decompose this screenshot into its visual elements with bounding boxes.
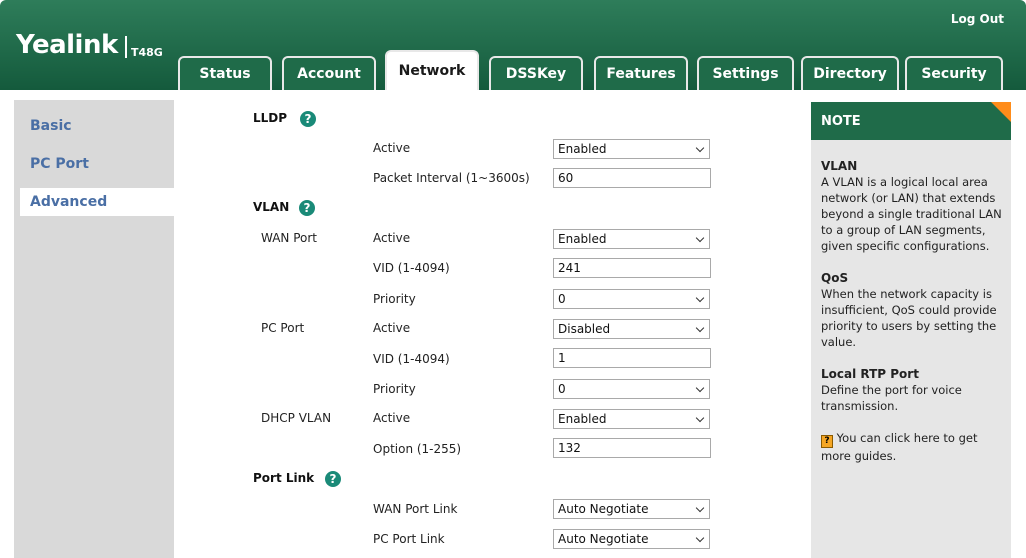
- chevron-down-icon: [695, 383, 705, 393]
- wan-vid-label: VID (1-4094): [373, 261, 450, 275]
- note-panel: NOTE VLAN A VLAN is a logical local area…: [811, 102, 1011, 558]
- wan-priority-select[interactable]: 0: [553, 289, 710, 309]
- tab-dsskey[interactable]: DSSKey: [489, 56, 583, 90]
- pc-port-group-label: PC Port: [261, 321, 305, 335]
- lldp-interval-label: Packet Interval (1~3600s): [373, 171, 530, 185]
- note-guide-link[interactable]: ? You can click here to get more guides.: [821, 430, 1003, 464]
- pc-port-link-select[interactable]: Auto Negotiate: [553, 529, 710, 549]
- dhcp-active-value: Enabled: [558, 412, 607, 426]
- note-qos-text: When the network capacity is insufficien…: [821, 287, 997, 349]
- wan-priority-value: 0: [558, 292, 566, 306]
- wan-active-label: Active: [373, 231, 411, 245]
- note-rtp-heading: Local RTP Port: [821, 367, 919, 381]
- port-link-help-icon[interactable]: ?: [325, 471, 341, 487]
- note-title: NOTE: [811, 102, 1011, 140]
- note-qos-heading: QoS: [821, 271, 849, 285]
- dhcp-option-input[interactable]: 132: [553, 438, 711, 458]
- pc-priority-select[interactable]: 0: [553, 379, 710, 399]
- pc-active-value: Disabled: [558, 322, 611, 336]
- header-bar: Yealink T48G Log Out Status Account Netw…: [0, 0, 1026, 90]
- pc-vid-label: VID (1-4094): [373, 352, 450, 366]
- lldp-interval-input[interactable]: 60: [553, 168, 711, 188]
- logout-link[interactable]: Log Out: [951, 12, 1004, 26]
- yealink-logo: Yealink: [16, 30, 118, 60]
- chevron-down-icon: [695, 233, 705, 243]
- sidebar-item-basic[interactable]: Basic: [30, 112, 72, 140]
- left-sidebar: Basic PC Port Advanced: [14, 100, 188, 558]
- wan-port-group-label: WAN Port: [261, 231, 317, 245]
- wan-port-link-value: Auto Negotiate: [558, 502, 649, 516]
- chevron-down-icon: [695, 533, 705, 543]
- wan-priority-label: Priority: [373, 292, 416, 306]
- lldp-section-title: LLDP: [253, 111, 288, 125]
- tab-directory[interactable]: Directory: [801, 56, 899, 90]
- dhcp-active-select[interactable]: Enabled: [553, 409, 710, 429]
- note-rtp-text: Define the port for voice transmission.: [821, 383, 962, 413]
- port-link-section-title: Port Link: [253, 471, 315, 485]
- tab-network[interactable]: Network: [385, 50, 479, 90]
- lldp-active-select[interactable]: Enabled: [553, 139, 710, 159]
- guide-help-icon[interactable]: ?: [821, 435, 833, 448]
- dhcp-active-label: Active: [373, 411, 411, 425]
- chevron-down-icon: [695, 503, 705, 513]
- wan-active-select[interactable]: Enabled: [553, 229, 710, 249]
- wan-port-link-label: WAN Port Link: [373, 502, 458, 516]
- sidebar-item-advanced[interactable]: Advanced: [20, 188, 188, 216]
- note-vlan-text: A VLAN is a logical local area network (…: [821, 175, 1002, 253]
- lldp-help-icon[interactable]: ?: [300, 111, 316, 127]
- pc-port-link-label: PC Port Link: [373, 532, 445, 546]
- dhcp-option-label: Option (1-255): [373, 442, 462, 456]
- tab-settings[interactable]: Settings: [697, 56, 794, 90]
- lldp-active-value: Enabled: [558, 142, 607, 156]
- tab-status[interactable]: Status: [178, 56, 272, 90]
- model-label: T48G: [131, 46, 163, 59]
- tab-account[interactable]: Account: [282, 56, 376, 90]
- note-corner-decoration: [991, 102, 1011, 122]
- tab-security[interactable]: Security: [905, 56, 1003, 90]
- pc-vid-input[interactable]: 1: [553, 348, 711, 368]
- pc-priority-label: Priority: [373, 382, 416, 396]
- chevron-down-icon: [695, 413, 705, 423]
- logo-divider: [125, 36, 127, 58]
- chevron-down-icon: [695, 293, 705, 303]
- pc-active-label: Active: [373, 321, 411, 335]
- wan-active-value: Enabled: [558, 232, 607, 246]
- vlan-help-icon[interactable]: ?: [299, 200, 315, 216]
- vlan-section-title: VLAN: [253, 200, 290, 214]
- dhcp-vlan-group-label: DHCP VLAN: [261, 411, 332, 425]
- chevron-down-icon: [695, 323, 705, 333]
- wan-vid-input[interactable]: 241: [553, 258, 711, 278]
- note-guide-text[interactable]: You can click here to get more guides.: [821, 431, 977, 463]
- sidebar-item-pc-port[interactable]: PC Port: [30, 150, 89, 178]
- pc-port-link-value: Auto Negotiate: [558, 532, 649, 546]
- lldp-active-label: Active: [373, 141, 411, 155]
- wan-port-link-select[interactable]: Auto Negotiate: [553, 499, 710, 519]
- pc-priority-value: 0: [558, 382, 566, 396]
- chevron-down-icon: [695, 143, 705, 153]
- note-body: VLAN A VLAN is a logical local area netw…: [821, 158, 1003, 464]
- pc-active-select[interactable]: Disabled: [553, 319, 710, 339]
- note-vlan-heading: VLAN: [821, 159, 858, 173]
- tab-features[interactable]: Features: [594, 56, 688, 90]
